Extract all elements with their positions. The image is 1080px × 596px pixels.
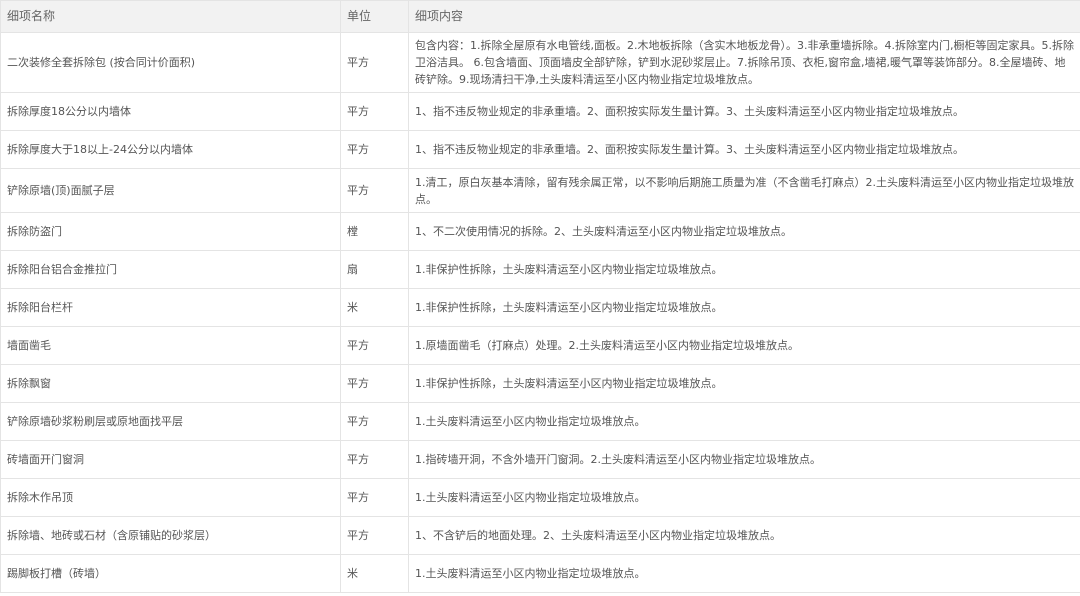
unit-cell: 米 xyxy=(340,288,409,327)
table-row: 拆除厚度18公分以内墙体 平方 1、指不违反物业规定的非承重墙。2、面积按实际发生量… xyxy=(0,92,1080,131)
table-row: 墙面凿毛 平方 1.原墙面凿毛（打麻点）处理。2.土头废料清运至小区内物业指定垃圾堆… xyxy=(0,326,1080,365)
description-cell: 1.清工，原白灰基本清除，留有残余属正常，以不影响后期施工质量为准（不含凿毛打麻… xyxy=(408,168,1080,213)
description-cell: 1.土头废料清运至小区内物业指定垃圾堆放点。 xyxy=(408,478,1080,517)
item-name-cell: 踢脚板打槽（砖墙） xyxy=(0,554,341,593)
table-row: 铲除原墙(顶)面腻子层 平方 1.清工，原白灰基本清除，留有残余属正常，以不影响后期… xyxy=(0,168,1080,213)
unit-cell: 米 xyxy=(340,554,409,593)
unit-cell: 平方 xyxy=(340,168,409,213)
item-name-cell: 拆除木作吊顶 xyxy=(0,478,341,517)
description-cell: 1.土头废料清运至小区内物业指定垃圾堆放点。 xyxy=(408,554,1080,593)
description-cell: 1、指不违反物业规定的非承重墙。2、面积按实际发生量计算。3、土头废料清运至小区… xyxy=(408,92,1080,131)
description-cell: 1.原墙面凿毛（打麻点）处理。2.土头废料清运至小区内物业指定垃圾堆放点。 xyxy=(408,326,1080,365)
unit-cell: 平方 xyxy=(340,402,409,441)
description-cell: 1.非保护性拆除，土头废料清运至小区内物业指定垃圾堆放点。 xyxy=(408,288,1080,327)
unit-cell: 樘 xyxy=(340,212,409,251)
unit-cell: 平方 xyxy=(340,478,409,517)
table-row: 拆除厚度大于18以上-24公分以内墙体 平方 1、指不违反物业规定的非承重墙。2、面… xyxy=(0,130,1080,169)
description-cell: 包含内容：1.拆除全屋原有水电管线,面板。2.木地板拆除（含实木地板龙骨）。3.… xyxy=(408,32,1080,93)
table-row: 拆除墙、地砖或石材（含原铺贴的砂浆层） 平方 1、不含铲后的地面处理。2、土头废料清… xyxy=(0,516,1080,555)
item-name-cell: 墙面凿毛 xyxy=(0,326,341,365)
item-name-cell: 铲除原墙(顶)面腻子层 xyxy=(0,168,341,213)
table-row: 拆除阳台铝合金推拉门扇 1.非保护性拆除，土头废料清运至小区内物业指定垃圾堆放点。 xyxy=(0,250,1080,289)
demolition-items-table: 细项名称 单位 细项内容 二次装修全套拆除包 (按合同计价面积) 平方 包含内容：1… xyxy=(0,0,1080,593)
unit-cell: 平方 xyxy=(340,326,409,365)
item-name-cell: 拆除防盗门 xyxy=(0,212,341,251)
description-cell: 1.土头废料清运至小区内物业指定垃圾堆放点。 xyxy=(408,402,1080,441)
item-name-cell: 拆除阳台铝合金推拉门 xyxy=(0,250,341,289)
unit-cell: 扇 xyxy=(340,250,409,289)
header-description: 细项内容 xyxy=(408,0,1080,33)
table-row: 铲除原墙砂浆粉刷层或原地面找平层 平方 1.土头废料清运至小区内物业指定垃圾堆放点。 xyxy=(0,402,1080,441)
item-name-cell: 二次装修全套拆除包 (按合同计价面积) xyxy=(0,32,341,93)
item-name-cell: 拆除厚度大于18以上-24公分以内墙体 xyxy=(0,130,341,169)
table-row: 拆除防盗门樘 1、不二次使用情况的拆除。2、土头废料清运至小区内物业指定垃圾堆放点… xyxy=(0,212,1080,251)
description-cell: 1.非保护性拆除，土头废料清运至小区内物业指定垃圾堆放点。 xyxy=(408,250,1080,289)
unit-cell: 平方 xyxy=(340,32,409,93)
item-name-cell: 拆除厚度18公分以内墙体 xyxy=(0,92,341,131)
table-header-row: 细项名称 单位 细项内容 xyxy=(0,0,1080,33)
unit-cell: 平方 xyxy=(340,364,409,403)
header-unit: 单位 xyxy=(340,0,409,33)
table-row: 拆除阳台栏杆米 1.非保护性拆除，土头废料清运至小区内物业指定垃圾堆放点。 xyxy=(0,288,1080,327)
header-item-name: 细项名称 xyxy=(0,0,341,33)
unit-cell: 平方 xyxy=(340,440,409,479)
description-cell: 1、不含铲后的地面处理。2、土头废料清运至小区内物业指定垃圾堆放点。 xyxy=(408,516,1080,555)
item-name-cell: 拆除阳台栏杆 xyxy=(0,288,341,327)
unit-cell: 平方 xyxy=(340,130,409,169)
unit-cell: 平方 xyxy=(340,92,409,131)
item-name-cell: 铲除原墙砂浆粉刷层或原地面找平层 xyxy=(0,402,341,441)
table-row: 二次装修全套拆除包 (按合同计价面积) 平方 包含内容：1.拆除全屋原有水电管线,面… xyxy=(0,32,1080,93)
table-row: 踢脚板打槽（砖墙）米 1.土头废料清运至小区内物业指定垃圾堆放点。 xyxy=(0,554,1080,593)
table-row: 拆除飘窗 平方 1.非保护性拆除，土头废料清运至小区内物业指定垃圾堆放点。 xyxy=(0,364,1080,403)
item-name-cell: 拆除飘窗 xyxy=(0,364,341,403)
item-name-cell: 砖墙面开门窗洞 xyxy=(0,440,341,479)
item-name-cell: 拆除墙、地砖或石材（含原铺贴的砂浆层） xyxy=(0,516,341,555)
description-cell: 1.指砖墙开洞，不含外墙开门窗洞。2.土头废料清运至小区内物业指定垃圾堆放点。 xyxy=(408,440,1080,479)
unit-cell: 平方 xyxy=(340,516,409,555)
description-cell: 1、指不违反物业规定的非承重墙。2、面积按实际发生量计算。3、土头废料清运至小区… xyxy=(408,130,1080,169)
description-cell: 1.非保护性拆除，土头废料清运至小区内物业指定垃圾堆放点。 xyxy=(408,364,1080,403)
table-row: 拆除木作吊顶 平方 1.土头废料清运至小区内物业指定垃圾堆放点。 xyxy=(0,478,1080,517)
description-cell: 1、不二次使用情况的拆除。2、土头废料清运至小区内物业指定垃圾堆放点。 xyxy=(408,212,1080,251)
table-row: 砖墙面开门窗洞 平方 1.指砖墙开洞，不含外墙开门窗洞。2.土头废料清运至小区内物业… xyxy=(0,440,1080,479)
